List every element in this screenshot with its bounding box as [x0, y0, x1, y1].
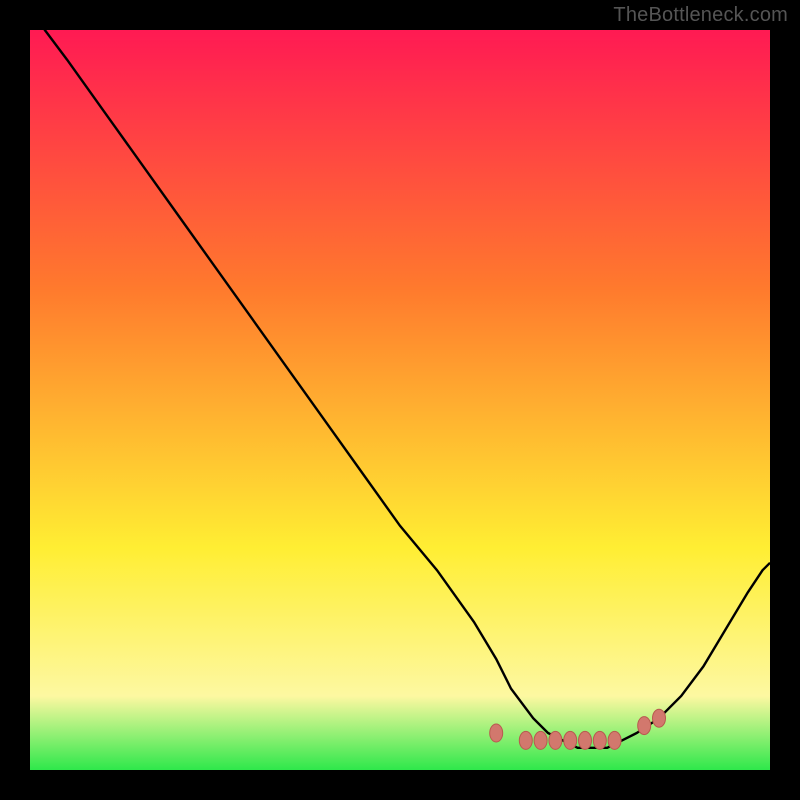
marker-point: [638, 717, 651, 735]
marker-point: [564, 731, 577, 749]
marker-point: [519, 731, 532, 749]
marker-point: [579, 731, 592, 749]
marker-point: [608, 731, 621, 749]
marker-point: [653, 709, 666, 727]
marker-point: [534, 731, 547, 749]
watermark-label: TheBottleneck.com: [613, 4, 788, 27]
marker-point: [549, 731, 562, 749]
gradient-background: [30, 30, 770, 770]
plot-area: [30, 30, 770, 770]
marker-point: [490, 724, 503, 742]
marker-point: [593, 731, 606, 749]
chart-frame: TheBottleneck.com: [0, 0, 800, 800]
chart-svg: [30, 30, 770, 770]
